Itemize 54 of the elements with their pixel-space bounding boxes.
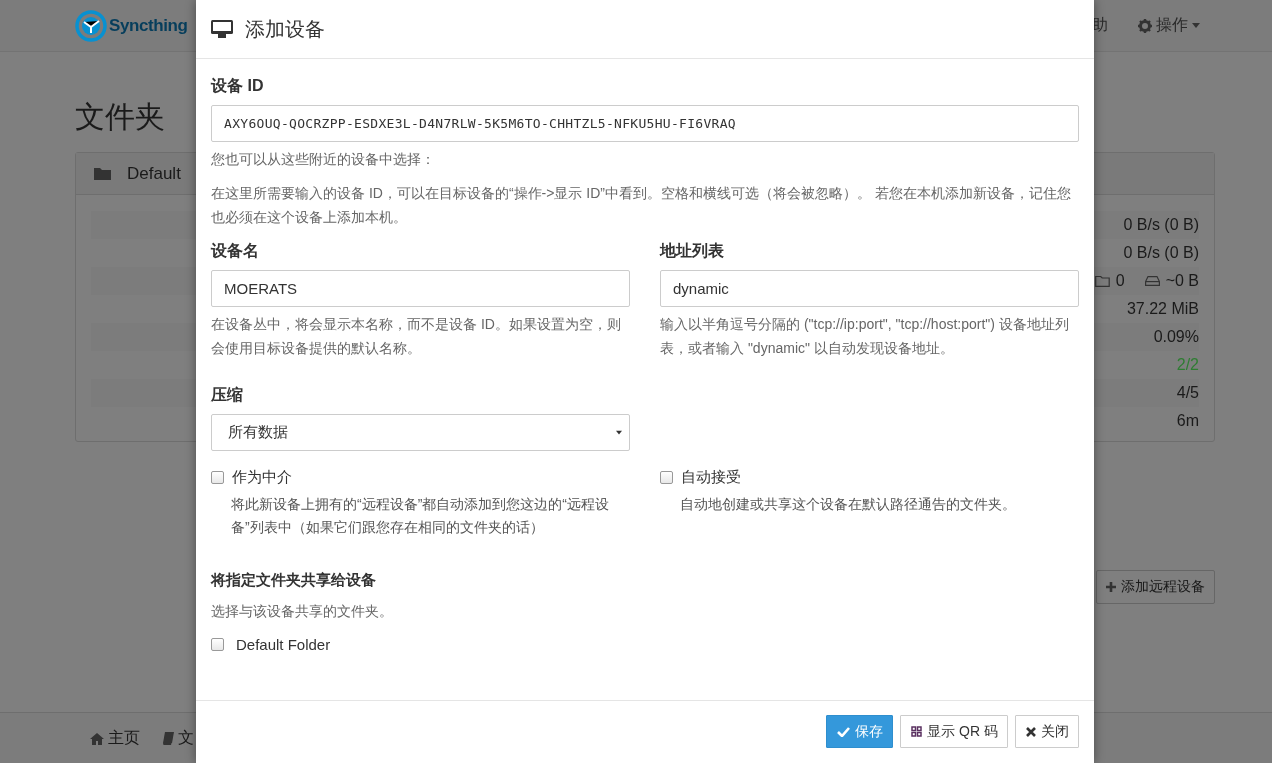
footer-link[interactable]: 文 — [162, 728, 194, 749]
help-text: 在设备丛中，将会显示本名称，而不是设备 ID。如果设置为空，则会使用目标设备提供的默认名称。 — [211, 315, 622, 359]
checkbox[interactable] — [211, 637, 224, 651]
stat-value: 0 B/s (0 B) — [1123, 244, 1199, 262]
device-id-field[interactable]: AXY6OUQ-QOCRZPP-ESDXE3L-D4N7RLW-5K5M6TO-CHHTZL5-NFKU5HU-FI6VRAQ — [211, 105, 1079, 142]
file-count: 0 — [1115, 272, 1125, 290]
help-text: 将此新设备上拥有的“远程设备”都自动添加到您这边的“远程设备”列表中（如果它们跟您存在相同的文件夹的话） — [231, 495, 610, 538]
close-button[interactable]: 关闭 — [1015, 715, 1079, 748]
help-text: 选择与该设备共享的文件夹。 — [211, 602, 394, 622]
compression-select[interactable]: 所有数据 — [211, 414, 630, 451]
stat-value: 0.09% — [1153, 328, 1199, 346]
stat-value: 37.22 MiB — [1126, 300, 1199, 318]
field-label: 设备 ID — [211, 76, 265, 96]
dialog-title: 添加设备 — [245, 16, 325, 42]
help-text: 自动地创建或共享这个设备在默认路径通告的文件夹。 — [680, 495, 1017, 514]
drive-icon — [1144, 276, 1160, 286]
caret-icon — [616, 430, 622, 435]
stat-value: 0 B/s (0 B) — [1123, 216, 1199, 234]
checkbox-label[interactable]: 自动接受 — [681, 468, 741, 487]
folder-size: ~0 B — [1165, 272, 1199, 290]
field-label: 压缩 — [211, 385, 244, 405]
close-icon — [1026, 726, 1036, 737]
actions-menu[interactable]: 操作 — [1138, 15, 1200, 36]
home-icon — [90, 732, 104, 745]
checkbox-label[interactable]: Default Folder — [236, 635, 331, 653]
qr-code-button[interactable]: 显示 QR 码 — [900, 715, 1008, 748]
folder-icon — [94, 167, 111, 180]
device-name-field[interactable]: MOERATS — [211, 270, 630, 308]
add-remote-device-button[interactable]: 添加远程设备 — [1096, 570, 1215, 604]
checkbox[interactable] — [211, 471, 224, 484]
stat-value: 4/5 — [1176, 384, 1199, 402]
addresses-field[interactable]: dynamic — [660, 270, 1079, 308]
field-label: 地址列表 — [660, 241, 725, 262]
footer-link[interactable]: 主页 — [90, 728, 140, 749]
caret-icon — [1192, 23, 1200, 28]
checkbox-label[interactable]: 作为中介 — [232, 468, 292, 487]
page-heading: 文件夹 — [75, 99, 165, 135]
folder-name: Default — [127, 163, 181, 184]
settings-icon — [1138, 18, 1152, 33]
plus-icon — [1106, 582, 1116, 592]
monitor-icon — [211, 20, 233, 38]
stat-value: 2/2 — [1176, 356, 1199, 374]
help-text: 您也可以从这些附近的设备中选择： — [211, 150, 436, 169]
field-label: 设备名 — [211, 241, 260, 262]
logo-icon — [75, 9, 107, 42]
book-icon — [162, 731, 174, 746]
help-text: 输入以半角逗号分隔的 ("tcp://ip:port", "tcp://host:port") 设备地址列表，或者输入 "dynamic" 以自动发现设备地址。 — [660, 315, 1070, 359]
help-text: 在这里所需要输入的设备 ID，可以在目标设备的“操作->显示 ID”中看到。空格和横线可选（将会被忽略）。 若您在本机添加新设备，记住您也必须在这个设备上添加本机。 — [211, 183, 1072, 227]
qr-code-icon — [911, 726, 923, 737]
section-heading: 将指定文件夹共享给设备 — [211, 571, 377, 591]
folder-icon — [1094, 275, 1110, 287]
check-icon — [837, 726, 851, 737]
stat-value: 6m — [1176, 412, 1199, 430]
checkbox[interactable] — [660, 471, 673, 484]
